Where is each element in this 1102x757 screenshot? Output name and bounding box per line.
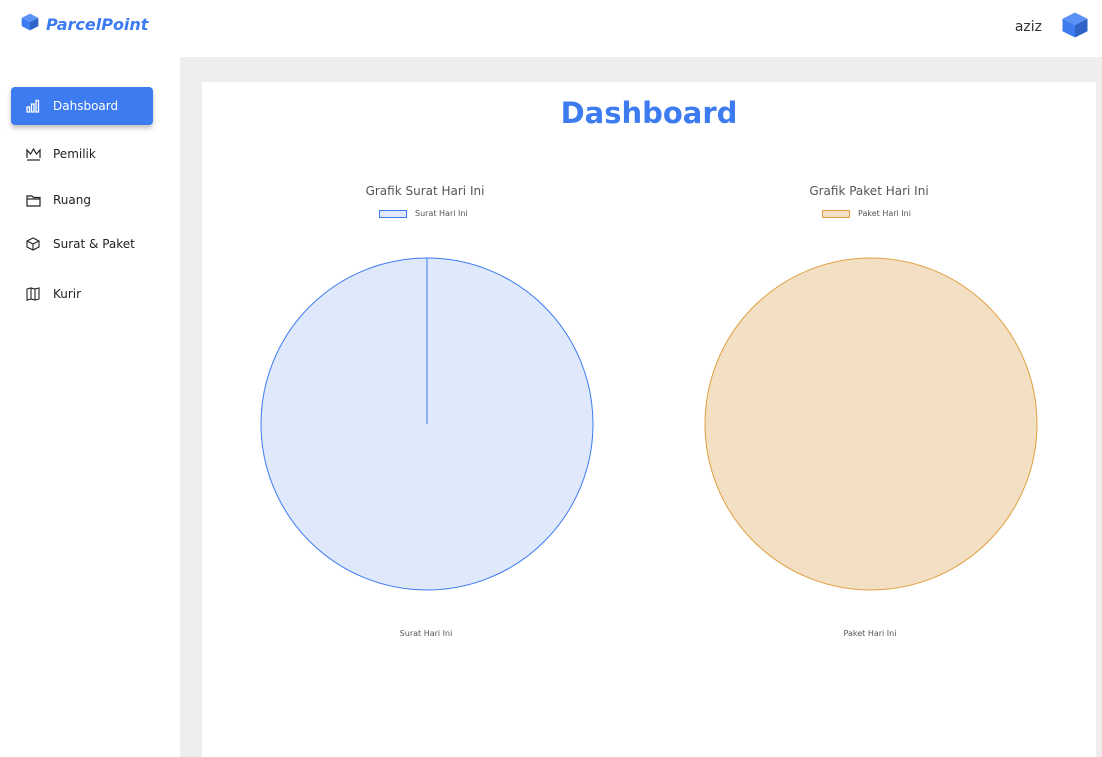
user-menu[interactable]: aziz <box>1015 10 1090 44</box>
user-name: aziz <box>1014 19 1042 35</box>
crown-icon <box>25 146 41 162</box>
sidebar-item-label: Kurir <box>53 287 82 301</box>
brand-name: ParcelPoint <box>46 14 149 34</box>
legend-swatch-surat <box>379 209 407 218</box>
sidebar-item-label: Dahsboard <box>53 99 119 113</box>
top-bar: ParcelPoint aziz <box>0 0 1102 57</box>
pie-chart-paket[interactable] <box>701 256 1041 592</box>
sidebar-item-ruang[interactable]: Ruang <box>11 181 153 219</box>
legend-label-paket: Paket Hari Ini <box>858 209 911 218</box>
brand-logo[interactable]: ParcelPoint <box>20 12 148 36</box>
sidebar-item-label: Pemilik <box>53 147 96 161</box>
sidebar-item-kurir[interactable]: Kurir <box>11 275 153 313</box>
sidebar-item-pemilik[interactable]: Pemilik <box>11 135 153 173</box>
folder-icon <box>25 192 41 208</box>
sidebar: Dahsboard Pemilik Ruang Surat & Paket Ku… <box>0 57 180 757</box>
page-title: Dashboard <box>560 96 738 130</box>
parcel-box-icon <box>20 12 40 36</box>
pie-label-paket: Paket Hari Ini <box>843 629 897 638</box>
sidebar-item-label: Ruang <box>53 193 91 207</box>
legend-paket[interactable]: Paket Hari Ini <box>822 209 911 218</box>
package-icon <box>25 236 41 252</box>
legend-label-surat: Surat Hari Ini <box>415 209 468 218</box>
map-icon <box>25 286 41 302</box>
sidebar-item-surat-paket[interactable]: Surat & Paket <box>11 225 153 263</box>
chart-title-paket: Grafik Paket Hari Ini <box>809 184 929 198</box>
dashboard-card: Dashboard Grafik Surat Hari Ini Surat Ha… <box>202 82 1096 757</box>
chart-title-surat: Grafik Surat Hari Ini <box>365 184 485 198</box>
legend-surat[interactable]: Surat Hari Ini <box>379 209 468 218</box>
bar-chart-icon <box>25 98 41 114</box>
sidebar-item-label: Surat & Paket <box>53 237 135 251</box>
pie-chart-surat[interactable] <box>257 256 597 592</box>
pie-label-surat: Surat Hari Ini <box>399 629 453 638</box>
legend-swatch-paket <box>822 209 850 218</box>
pie-slice-paket-hari-ini[interactable] <box>704 257 1038 591</box>
user-avatar-box-icon[interactable] <box>1060 10 1090 44</box>
sidebar-item-dashboard[interactable]: Dahsboard <box>11 87 153 125</box>
